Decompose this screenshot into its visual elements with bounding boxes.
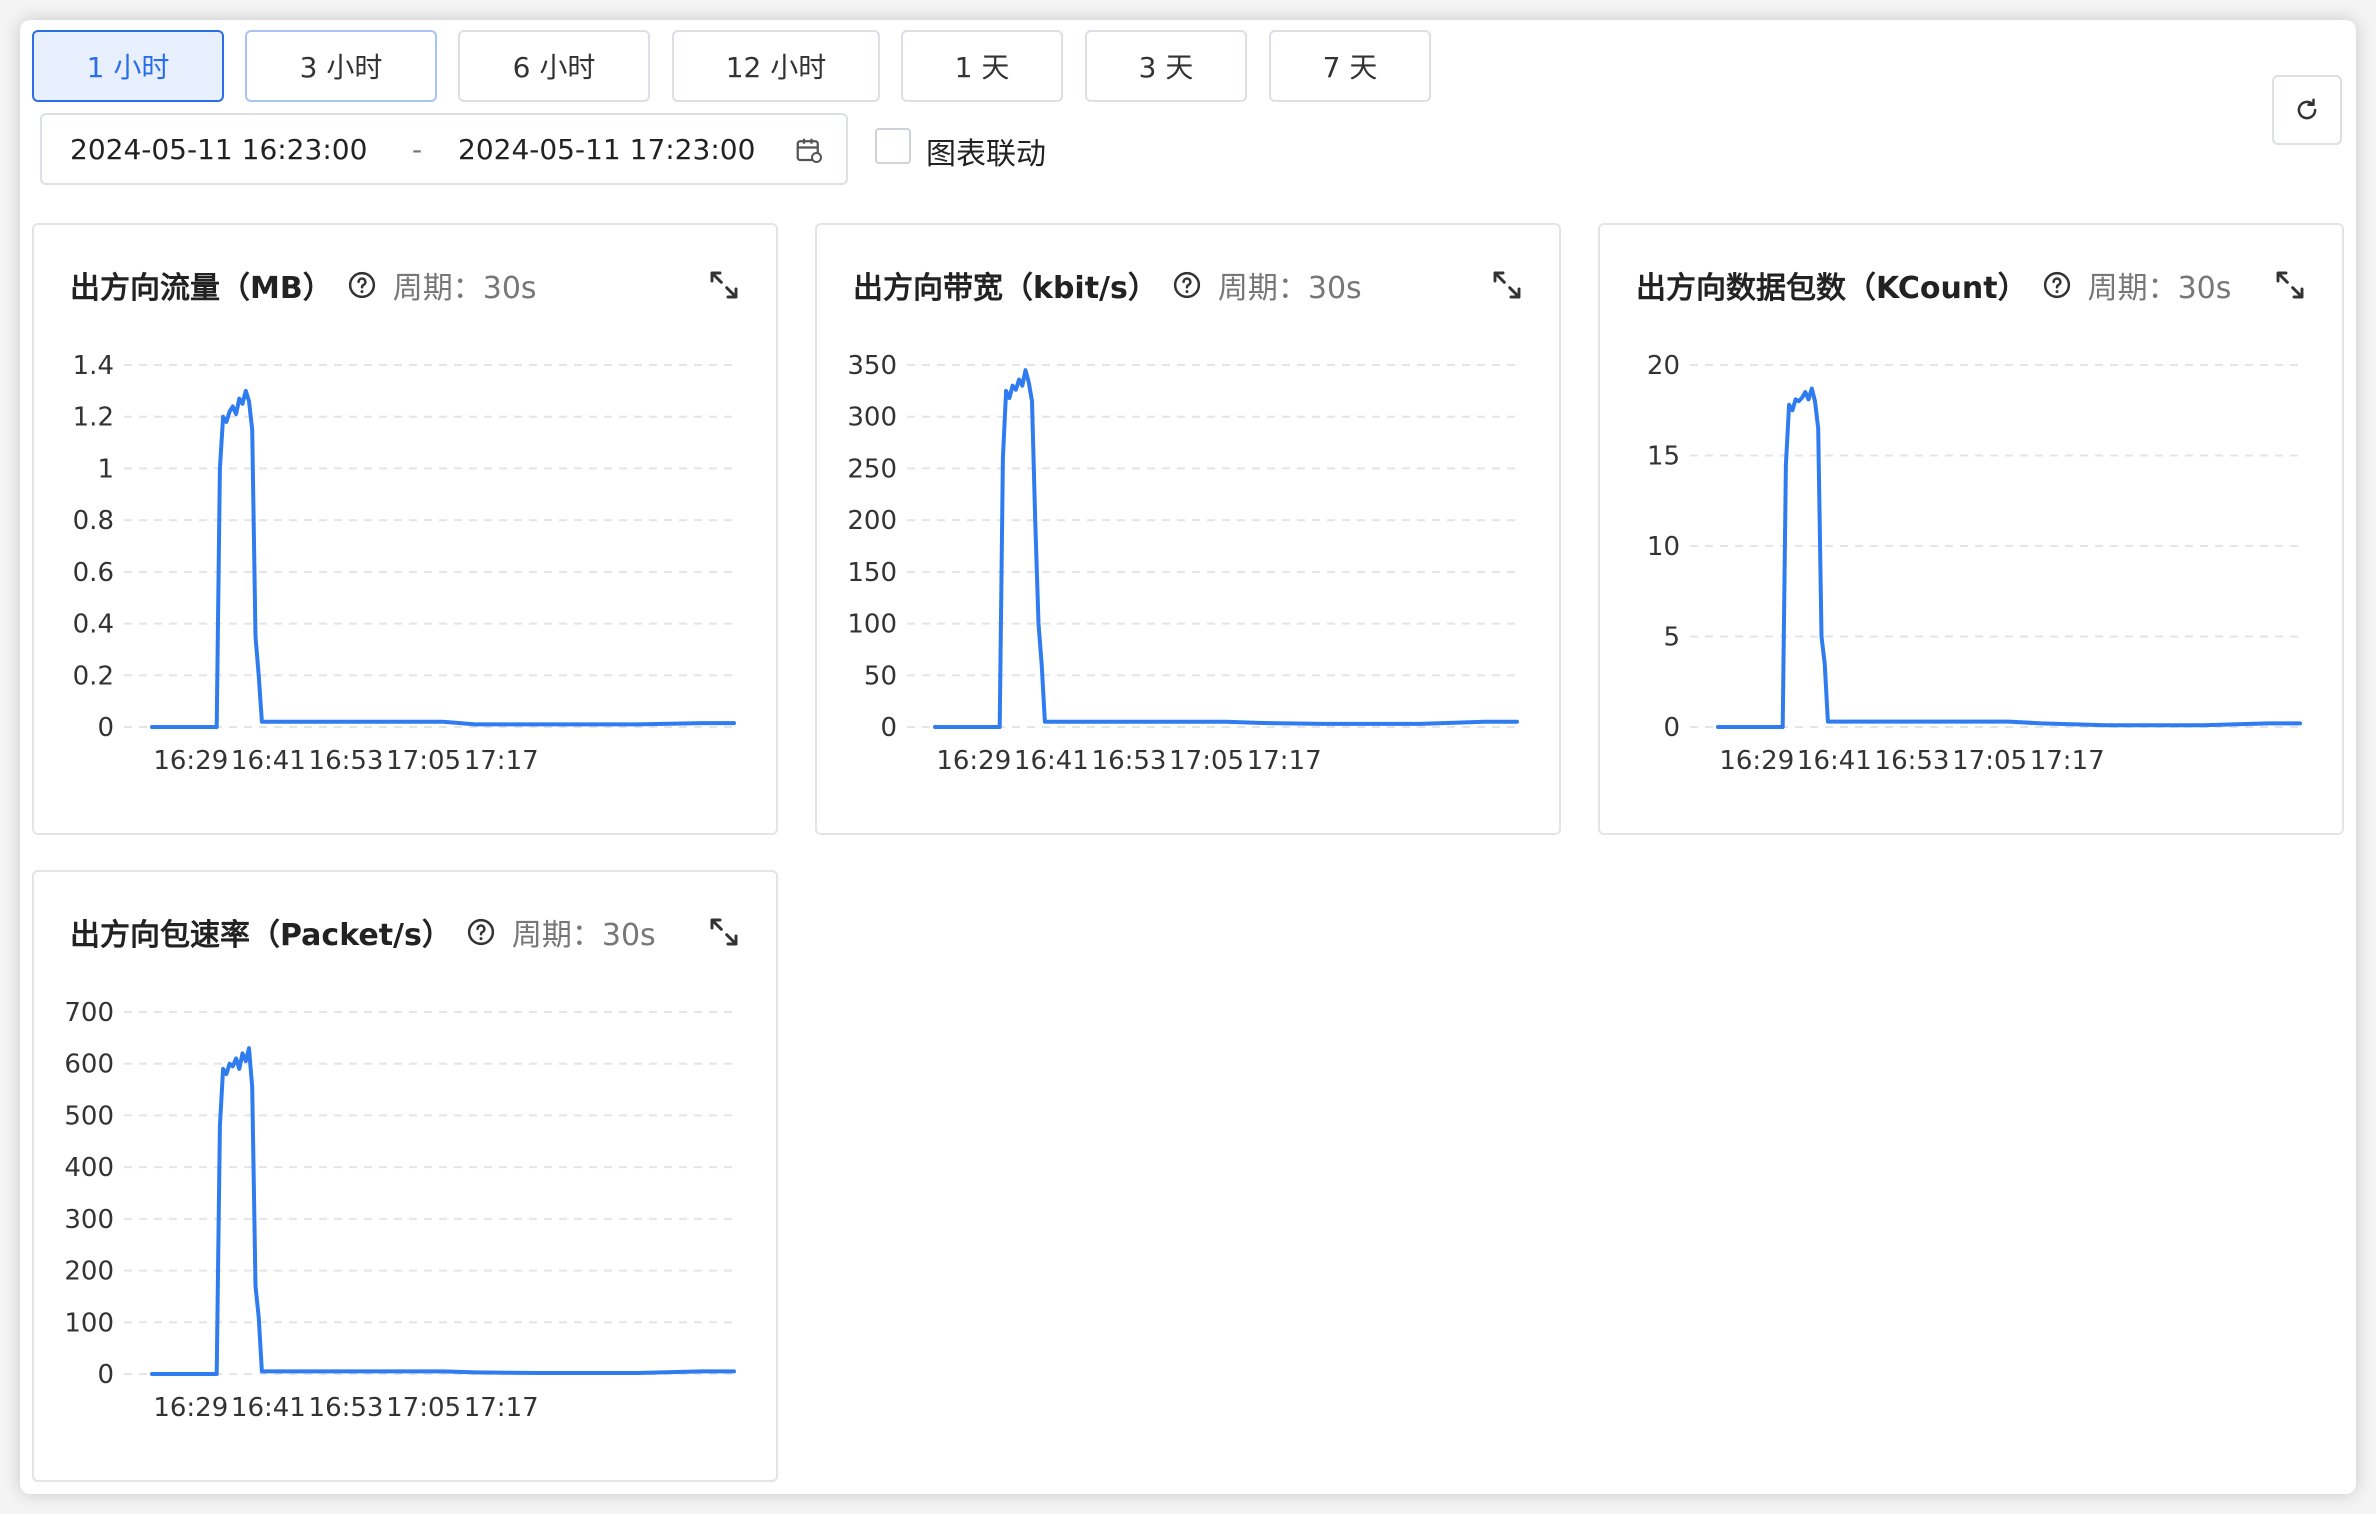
y-tick-label: 0 [97, 1360, 114, 1390]
x-tick-label: 16:29 [153, 1393, 228, 1423]
x-tick-label: 16:41 [1797, 746, 1872, 776]
help-icon[interactable] [1172, 270, 1202, 300]
refresh-icon [2297, 98, 2317, 120]
x-tick-label: 16:41 [231, 746, 306, 776]
x-tick-label: 17:05 [386, 1393, 461, 1423]
x-tick-label: 17:05 [1169, 746, 1244, 776]
calendar-icon[interactable] [794, 135, 824, 165]
y-tick-label: 250 [847, 454, 897, 484]
x-tick-label: 17:17 [1247, 746, 1322, 776]
date-start[interactable]: 2024-05-11 16:23:00 [70, 133, 367, 166]
chart-card-packet-rate: 出方向包速率（Packet/s） 周期：30s 0 100 200 300 400 500… [32, 870, 778, 1482]
chart-title: 出方向带宽（kbit/s） [853, 271, 1158, 306]
date-separator: - [412, 132, 423, 166]
app-window: 1 小时 3 小时 6 小时 12 小时 1 天 3 天 7 天 2024-05… [20, 20, 2356, 1494]
chart-title: 出方向数据包数（KCount） [1636, 271, 2028, 306]
y-tick-label: 20 [1647, 351, 1680, 381]
x-tick-label: 16:53 [1875, 746, 1950, 776]
y-tick-label: 15 [1647, 442, 1680, 472]
help-icon[interactable] [347, 270, 377, 300]
x-tick-label: 17:05 [386, 746, 461, 776]
line-chart[interactable]: 0 50 100 150 200 250 300 350 16:29 16:41 16:53 17:0… [817, 335, 1563, 835]
series-line [933, 368, 1519, 729]
range-button-3h[interactable]: 3 小时 [245, 30, 437, 102]
y-tick-label: 1.2 [73, 403, 114, 433]
y-tick-label: 50 [864, 661, 897, 691]
chart-card-traffic: 出方向流量（MB） 周期：30s 0 0.2 0.4 0.6 0.8 1 1.2 1.4 16:… [32, 223, 778, 835]
x-tick-label: 16:53 [1092, 746, 1167, 776]
x-tick-label: 16:29 [1719, 746, 1794, 776]
y-tick-label: 700 [64, 998, 114, 1028]
chart-link-label: 图表联动 [926, 137, 1046, 172]
help-icon[interactable] [466, 917, 496, 947]
line-chart[interactable]: 0 0.2 0.4 0.6 0.8 1 1.2 1.4 16:29 16:41 16:53 17:05… [34, 335, 780, 835]
x-tick-label: 16:41 [231, 1393, 306, 1423]
chart-title: 出方向包速率（Packet/s） [70, 918, 452, 953]
series-line [1716, 386, 2302, 729]
chart-card-bandwidth: 出方向带宽（kbit/s） 周期：30s 0 50 100 150 200 250 300 3… [815, 223, 1561, 835]
y-tick-label: 0.4 [73, 610, 114, 640]
refresh-button[interactable] [2272, 75, 2342, 145]
x-tick-label: 16:53 [309, 1393, 384, 1423]
y-tick-label: 1 [97, 454, 114, 484]
y-tick-label: 100 [847, 610, 897, 640]
x-tick-label: 17:17 [464, 746, 539, 776]
line-chart[interactable]: 0 5 10 15 20 16:29 16:41 16:53 17:05 17:17 [1600, 335, 2346, 835]
expand-icon[interactable] [708, 916, 740, 948]
x-tick-label: 17:05 [1952, 746, 2027, 776]
y-tick-label: 0 [1663, 713, 1680, 743]
help-icon[interactable] [2042, 270, 2072, 300]
y-tick-label: 0.8 [73, 506, 114, 536]
chart-period: 周期：30s [1217, 271, 1362, 306]
chart-card-packets: 出方向数据包数（KCount） 周期：30s 0 5 10 15 20 16:29 16:4… [1598, 223, 2344, 835]
y-tick-label: 300 [64, 1205, 114, 1235]
range-button-3d[interactable]: 3 天 [1085, 30, 1247, 102]
y-tick-label: 5 [1663, 623, 1680, 653]
y-tick-label: 600 [64, 1050, 114, 1080]
y-tick-label: 1.4 [73, 351, 114, 381]
chart-period: 周期：30s [2087, 271, 2232, 306]
y-tick-label: 300 [847, 403, 897, 433]
y-tick-label: 10 [1647, 532, 1680, 562]
chart-period: 周期：30s [392, 271, 537, 306]
y-tick-label: 150 [847, 558, 897, 588]
y-tick-label: 350 [847, 351, 897, 381]
series-line [150, 388, 736, 729]
y-tick-label: 0 [880, 713, 897, 743]
range-button-12h[interactable]: 12 小时 [672, 30, 880, 102]
y-tick-label: 0.6 [73, 558, 114, 588]
x-tick-label: 17:17 [2030, 746, 2105, 776]
y-tick-label: 500 [64, 1101, 114, 1131]
y-tick-label: 200 [847, 506, 897, 536]
x-tick-label: 16:41 [1014, 746, 1089, 776]
series-line [150, 1046, 736, 1376]
y-tick-label: 0.2 [73, 661, 114, 691]
x-tick-label: 16:53 [309, 746, 384, 776]
expand-icon[interactable] [2274, 269, 2306, 301]
x-tick-label: 16:29 [153, 746, 228, 776]
line-chart[interactable]: 010020030040050060070016:29 16:41 16:53 17:… [34, 982, 780, 1482]
date-end[interactable]: 2024-05-11 17:23:00 [458, 133, 755, 166]
date-range-picker[interactable]: 2024-05-11 16:23:00 - 2024-05-11 17:23:0… [40, 113, 848, 185]
chart-title: 出方向流量（MB） [70, 271, 333, 306]
y-tick-label: 0 [97, 713, 114, 743]
x-tick-label: 16:29 [936, 746, 1011, 776]
range-button-1h[interactable]: 1 小时 [32, 30, 224, 102]
range-button-7d[interactable]: 7 天 [1269, 30, 1431, 102]
chart-period: 周期：30s [511, 918, 656, 953]
expand-icon[interactable] [708, 269, 740, 301]
y-tick-label: 100 [64, 1308, 114, 1338]
expand-icon[interactable] [1491, 269, 1523, 301]
y-tick-label: 400 [64, 1153, 114, 1183]
x-tick-label: 17:17 [464, 1393, 539, 1423]
range-button-6h[interactable]: 6 小时 [458, 30, 650, 102]
range-button-1d[interactable]: 1 天 [901, 30, 1063, 102]
chart-link-checkbox[interactable] [875, 128, 911, 164]
y-tick-label: 200 [64, 1257, 114, 1287]
